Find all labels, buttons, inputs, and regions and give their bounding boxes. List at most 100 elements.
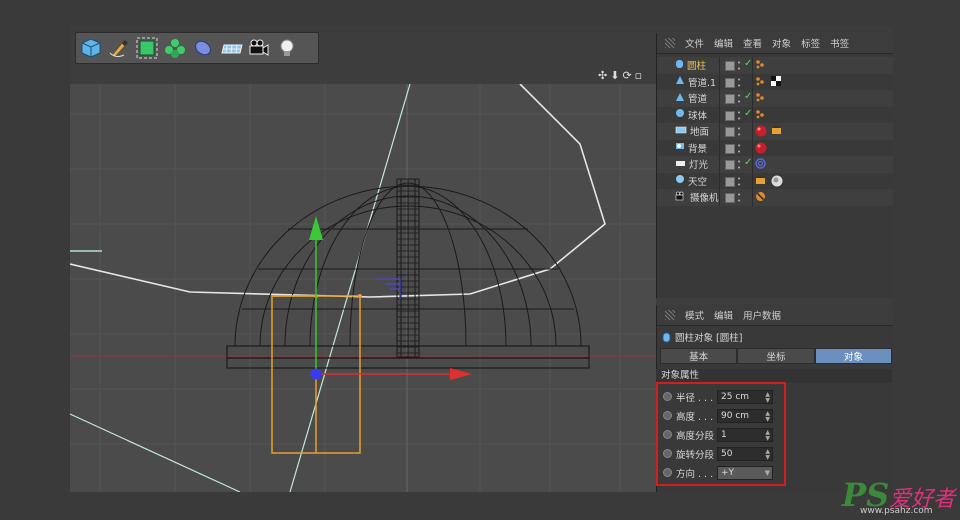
column-divider bbox=[752, 139, 753, 156]
menu-mode[interactable]: 模式 bbox=[685, 308, 704, 322]
object-label[interactable]: 管道 bbox=[675, 91, 707, 105]
z-axis-handle bbox=[310, 368, 322, 380]
menu-tags[interactable]: 标签 bbox=[801, 36, 820, 50]
hdr-material-icon[interactable] bbox=[771, 175, 783, 190]
column-divider bbox=[752, 123, 753, 140]
attribute-object-title: 圆柱对象 [圆柱] bbox=[662, 330, 742, 344]
deformer-icon[interactable] bbox=[190, 35, 216, 61]
layer-swatch[interactable] bbox=[725, 127, 735, 137]
menu-objects[interactable]: 对象 bbox=[772, 36, 791, 50]
menu-edit[interactable]: 编辑 bbox=[714, 308, 733, 322]
visibility-dots[interactable]: • • bbox=[737, 126, 741, 139]
object-list: 圆柱 • • ✓ 管道.1 • • 管道 • • ✓ 球体 • • ✓ 地面 • • 背景 • • 灯光 • • ✓ 天空 • • 摄像… bbox=[657, 54, 893, 206]
tube-icon bbox=[675, 92, 685, 105]
object-manager-menubar: 文件 编辑 查看 对象 标签 书签 bbox=[657, 33, 893, 54]
visibility-dots[interactable]: • • bbox=[737, 142, 741, 155]
object-row[interactable]: 摄像机 • • bbox=[657, 189, 893, 206]
object-row[interactable]: 管道 • • ✓ bbox=[657, 90, 893, 107]
light-icon bbox=[675, 158, 686, 171]
object-row[interactable]: 灯光 • • ✓ bbox=[657, 156, 893, 173]
object-name: 背景 bbox=[688, 143, 708, 155]
layer-swatch[interactable] bbox=[725, 176, 735, 187]
compositing-tag-icon[interactable] bbox=[771, 125, 782, 138]
menu-edit[interactable]: 编辑 bbox=[714, 36, 733, 50]
3d-viewport[interactable] bbox=[70, 84, 656, 492]
layer-swatch[interactable] bbox=[725, 110, 735, 121]
object-row[interactable]: 地面 • • bbox=[657, 123, 893, 140]
column-divider bbox=[719, 139, 720, 156]
layer-swatch[interactable] bbox=[725, 94, 735, 104]
layer-swatch[interactable] bbox=[725, 193, 735, 203]
compositing-tag-icon[interactable] bbox=[755, 175, 766, 188]
column-divider bbox=[752, 73, 753, 90]
object-name: 球体 bbox=[688, 110, 708, 122]
protection-tag-icon[interactable] bbox=[755, 191, 766, 205]
object-row[interactable]: 球体 • • ✓ bbox=[657, 106, 893, 123]
column-divider bbox=[752, 189, 753, 206]
camera-icon bbox=[675, 191, 687, 204]
object-manager-panel: 文件 编辑 查看 对象 标签 书签 圆柱 • • ✓ 管道.1 • • 管道 • • ✓ 球体 • • ✓ 地… bbox=[656, 33, 893, 298]
menu-view[interactable]: 查看 bbox=[743, 36, 762, 50]
cloner-icon[interactable] bbox=[162, 35, 188, 61]
object-label[interactable]: 圆柱 bbox=[675, 58, 706, 72]
red-material-icon[interactable] bbox=[755, 142, 767, 157]
visibility-dots[interactable]: • • bbox=[737, 159, 741, 172]
layer-swatch[interactable] bbox=[725, 77, 735, 88]
object-row[interactable]: 圆柱 • • ✓ bbox=[657, 57, 893, 74]
cylinder-icon bbox=[662, 332, 671, 342]
column-divider bbox=[752, 106, 753, 123]
visibility-dots[interactable]: • • bbox=[737, 192, 741, 205]
tube-outline bbox=[70, 84, 606, 298]
pen-icon[interactable] bbox=[106, 35, 132, 61]
layer-swatch[interactable] bbox=[725, 61, 735, 71]
dolly-view-icon[interactable]: ⬇ bbox=[610, 69, 619, 83]
panel-grip-icon[interactable] bbox=[665, 38, 675, 48]
target-tag-icon[interactable] bbox=[755, 158, 766, 172]
menu-bookmarks[interactable]: 书签 bbox=[830, 36, 849, 50]
move-view-icon[interactable]: ✣ bbox=[598, 69, 607, 83]
menu-file[interactable]: 文件 bbox=[685, 36, 704, 50]
object-label[interactable]: 背景 bbox=[675, 141, 707, 155]
object-label[interactable]: 天空 bbox=[675, 174, 707, 188]
checker-material-icon[interactable] bbox=[771, 75, 781, 89]
tab-basic[interactable]: 基本 bbox=[660, 348, 738, 364]
red-material-icon[interactable] bbox=[755, 125, 767, 140]
watermark-url: www.psahz.com bbox=[860, 506, 933, 516]
visibility-dots[interactable]: • • bbox=[737, 76, 741, 89]
column-divider bbox=[719, 172, 720, 189]
phong-tag-icon[interactable] bbox=[755, 92, 765, 105]
maximize-view-icon[interactable]: ▫ bbox=[635, 69, 642, 83]
column-divider bbox=[752, 156, 753, 173]
visibility-dots[interactable]: • • bbox=[737, 60, 741, 73]
rotate-view-icon[interactable]: ⟳ bbox=[622, 69, 631, 83]
object-label[interactable]: 球体 bbox=[675, 108, 707, 122]
object-row[interactable]: 管道.1 • • bbox=[657, 73, 893, 90]
object-label[interactable]: 管道.1 bbox=[675, 75, 716, 89]
visibility-dots[interactable]: • • bbox=[737, 93, 741, 106]
cube-icon[interactable] bbox=[78, 35, 104, 61]
object-label[interactable]: 灯光 bbox=[675, 157, 708, 171]
floor-icon[interactable] bbox=[218, 35, 244, 61]
layer-swatch[interactable] bbox=[725, 143, 735, 154]
panel-grip-icon[interactable] bbox=[665, 310, 675, 320]
attribute-manager-menubar: 模式 编辑 用户数据 bbox=[657, 305, 893, 326]
layer-swatch[interactable] bbox=[725, 160, 735, 170]
subdivide-icon[interactable] bbox=[134, 35, 160, 61]
object-label[interactable]: 地面 bbox=[675, 124, 709, 138]
phong-tag-icon[interactable] bbox=[755, 59, 765, 72]
object-name: 天空 bbox=[688, 176, 708, 188]
tab-coordinates[interactable]: 坐标 bbox=[737, 348, 815, 364]
tube-icon bbox=[675, 75, 685, 88]
section-header: 对象属性 bbox=[656, 369, 892, 383]
visibility-dots[interactable]: • • bbox=[737, 109, 741, 122]
tab-object[interactable]: 对象 bbox=[814, 348, 892, 364]
visibility-dots[interactable]: • • bbox=[737, 175, 741, 188]
object-row[interactable]: 背景 • • bbox=[657, 139, 893, 157]
object-row[interactable]: 天空 • • bbox=[657, 172, 893, 190]
light-icon[interactable] bbox=[274, 35, 300, 61]
camera-icon[interactable] bbox=[246, 35, 272, 61]
phong-tag-icon[interactable] bbox=[755, 109, 765, 122]
object-label[interactable]: 摄像机 bbox=[675, 190, 719, 204]
phong-tag-icon[interactable] bbox=[755, 76, 765, 89]
menu-user-data[interactable]: 用户数据 bbox=[743, 308, 781, 322]
